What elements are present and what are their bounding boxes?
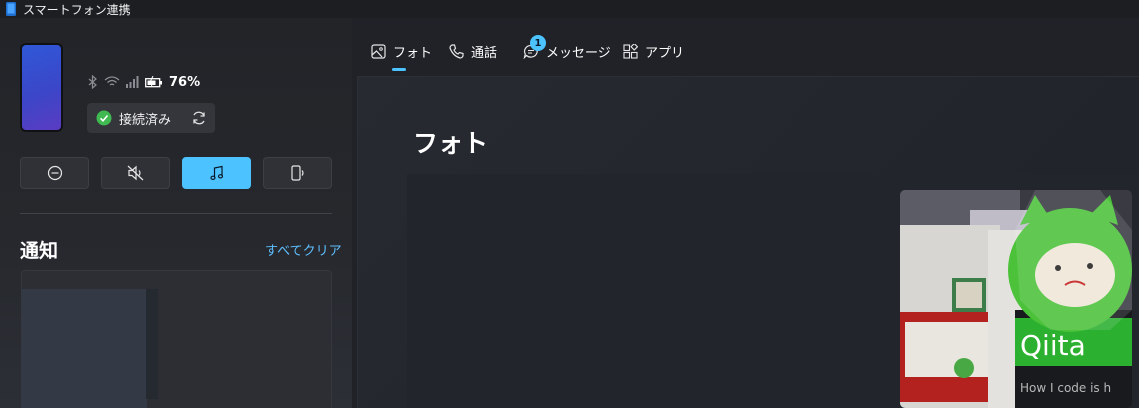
tab-calls-label: 通話 bbox=[471, 45, 498, 61]
connection-status: 接続済み bbox=[87, 103, 215, 133]
page-title: フォト bbox=[413, 129, 489, 158]
photo-icon bbox=[371, 43, 386, 59]
mute-button[interactable] bbox=[101, 157, 170, 189]
tab-messages-label: メッセージ bbox=[546, 45, 611, 61]
tab-photos[interactable]: フォト bbox=[371, 40, 432, 62]
tab-bar: フォト 通話 メッセージ 1 アプリ bbox=[357, 18, 1139, 76]
tab-calls[interactable]: 通話 bbox=[449, 40, 497, 62]
photo-sign-text: Qiita bbox=[1020, 329, 1086, 362]
phone-call-icon bbox=[449, 43, 464, 59]
signal-strength-icon bbox=[126, 76, 139, 88]
photo-thumbnail[interactable]: Qiita How I code is h bbox=[900, 190, 1132, 408]
unread-badge: 1 bbox=[530, 35, 546, 51]
wifi-icon bbox=[104, 76, 120, 86]
sidebar-divider bbox=[20, 213, 332, 214]
media-button[interactable] bbox=[182, 157, 251, 189]
battery-icon bbox=[145, 76, 162, 88]
do-not-disturb-button[interactable] bbox=[20, 157, 89, 189]
phone-thumbnail bbox=[20, 43, 63, 132]
tab-apps-label: アプリ bbox=[645, 45, 685, 61]
photo-image: Qiita How I code is h bbox=[900, 190, 1132, 408]
do-not-disturb-icon bbox=[47, 165, 62, 181]
notifications-heading: 通知 bbox=[20, 240, 59, 262]
tab-apps[interactable]: アプリ bbox=[623, 40, 684, 62]
bluetooth-icon bbox=[88, 75, 97, 89]
title-bar: スマートフォン連携 bbox=[0, 0, 1139, 18]
app-logo-icon bbox=[6, 2, 16, 16]
notification-placeholder bbox=[22, 289, 147, 408]
phone-speaker-icon bbox=[290, 165, 304, 181]
notification-card[interactable] bbox=[21, 270, 332, 408]
connected-check-icon bbox=[96, 110, 112, 126]
notification-scrollbar[interactable] bbox=[146, 289, 158, 399]
refresh-icon[interactable] bbox=[191, 110, 207, 126]
clear-all-link[interactable]: すべてクリア bbox=[265, 240, 342, 259]
photo-caption-text: How I code is h bbox=[1020, 381, 1111, 395]
audio-output-button[interactable] bbox=[263, 157, 332, 189]
speaker-mute-icon bbox=[127, 165, 143, 181]
battery-percentage: 76% bbox=[169, 74, 201, 90]
tab-photos-label: フォト bbox=[393, 45, 433, 61]
selected-tab-indicator bbox=[392, 68, 406, 71]
window-title: スマートフォン連携 bbox=[23, 2, 131, 17]
phone-status-row: 76% bbox=[88, 73, 200, 91]
connection-status-label: 接続済み bbox=[119, 112, 172, 128]
sidebar: 76% 接続済み 通知 すべてクリア bbox=[0, 18, 352, 408]
apps-icon bbox=[623, 43, 638, 59]
music-note-icon bbox=[209, 165, 223, 180]
